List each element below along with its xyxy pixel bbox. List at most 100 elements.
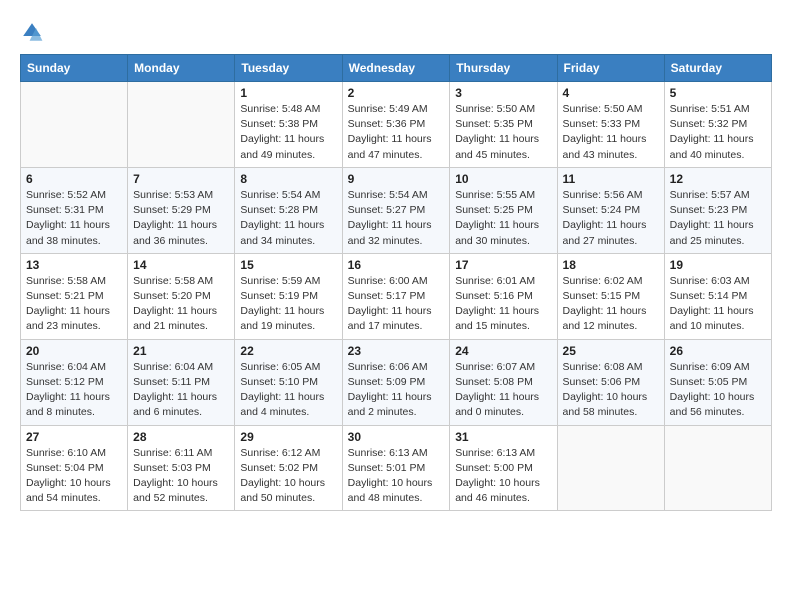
calendar-cell: 14 Sunrise: 5:58 AM Sunset: 5:20 PM Dayl… [128,253,235,339]
calendar-cell: 29 Sunrise: 6:12 AM Sunset: 5:02 PM Dayl… [235,425,342,511]
weekday-header-thursday: Thursday [450,55,557,82]
day-number: 27 [26,430,122,444]
cell-info: Sunrise: 5:54 AM Sunset: 5:28 PM Dayligh… [240,188,336,249]
cell-info: Sunrise: 6:13 AM Sunset: 5:00 PM Dayligh… [455,446,551,507]
calendar-cell: 4 Sunrise: 5:50 AM Sunset: 5:33 PM Dayli… [557,82,664,168]
calendar-cell: 15 Sunrise: 5:59 AM Sunset: 5:19 PM Dayl… [235,253,342,339]
calendar-cell: 11 Sunrise: 5:56 AM Sunset: 5:24 PM Dayl… [557,167,664,253]
calendar-cell: 1 Sunrise: 5:48 AM Sunset: 5:38 PM Dayli… [235,82,342,168]
cell-info: Sunrise: 5:50 AM Sunset: 5:35 PM Dayligh… [455,102,551,163]
calendar-cell: 12 Sunrise: 5:57 AM Sunset: 5:23 PM Dayl… [664,167,771,253]
calendar-cell: 23 Sunrise: 6:06 AM Sunset: 5:09 PM Dayl… [342,339,450,425]
calendar-cell [557,425,664,511]
calendar-cell: 3 Sunrise: 5:50 AM Sunset: 5:35 PM Dayli… [450,82,557,168]
day-number: 22 [240,344,336,358]
cell-info: Sunrise: 5:54 AM Sunset: 5:27 PM Dayligh… [348,188,445,249]
calendar-cell: 13 Sunrise: 5:58 AM Sunset: 5:21 PM Dayl… [21,253,128,339]
cell-info: Sunrise: 6:02 AM Sunset: 5:15 PM Dayligh… [563,274,659,335]
day-number: 5 [670,86,766,100]
logo [20,20,48,44]
cell-info: Sunrise: 6:04 AM Sunset: 5:11 PM Dayligh… [133,360,229,421]
cell-info: Sunrise: 6:04 AM Sunset: 5:12 PM Dayligh… [26,360,122,421]
week-row-3: 13 Sunrise: 5:58 AM Sunset: 5:21 PM Dayl… [21,253,772,339]
cell-info: Sunrise: 5:49 AM Sunset: 5:36 PM Dayligh… [348,102,445,163]
calendar-cell: 26 Sunrise: 6:09 AM Sunset: 5:05 PM Dayl… [664,339,771,425]
weekday-header-sunday: Sunday [21,55,128,82]
week-row-2: 6 Sunrise: 5:52 AM Sunset: 5:31 PM Dayli… [21,167,772,253]
cell-info: Sunrise: 5:58 AM Sunset: 5:20 PM Dayligh… [133,274,229,335]
calendar-cell: 5 Sunrise: 5:51 AM Sunset: 5:32 PM Dayli… [664,82,771,168]
day-number: 14 [133,258,229,272]
page-header [20,20,772,44]
cell-info: Sunrise: 5:48 AM Sunset: 5:38 PM Dayligh… [240,102,336,163]
day-number: 29 [240,430,336,444]
calendar-cell: 16 Sunrise: 6:00 AM Sunset: 5:17 PM Dayl… [342,253,450,339]
cell-info: Sunrise: 6:10 AM Sunset: 5:04 PM Dayligh… [26,446,122,507]
cell-info: Sunrise: 6:12 AM Sunset: 5:02 PM Dayligh… [240,446,336,507]
calendar-cell: 31 Sunrise: 6:13 AM Sunset: 5:00 PM Dayl… [450,425,557,511]
calendar-cell: 2 Sunrise: 5:49 AM Sunset: 5:36 PM Dayli… [342,82,450,168]
calendar-cell: 18 Sunrise: 6:02 AM Sunset: 5:15 PM Dayl… [557,253,664,339]
calendar-cell: 9 Sunrise: 5:54 AM Sunset: 5:27 PM Dayli… [342,167,450,253]
day-number: 20 [26,344,122,358]
calendar-cell: 30 Sunrise: 6:13 AM Sunset: 5:01 PM Dayl… [342,425,450,511]
weekday-header-friday: Friday [557,55,664,82]
day-number: 30 [348,430,445,444]
cell-info: Sunrise: 5:53 AM Sunset: 5:29 PM Dayligh… [133,188,229,249]
calendar-cell: 27 Sunrise: 6:10 AM Sunset: 5:04 PM Dayl… [21,425,128,511]
week-row-4: 20 Sunrise: 6:04 AM Sunset: 5:12 PM Dayl… [21,339,772,425]
calendar-cell: 22 Sunrise: 6:05 AM Sunset: 5:10 PM Dayl… [235,339,342,425]
calendar-cell: 19 Sunrise: 6:03 AM Sunset: 5:14 PM Dayl… [664,253,771,339]
day-number: 6 [26,172,122,186]
day-number: 15 [240,258,336,272]
weekday-header-row: SundayMondayTuesdayWednesdayThursdayFrid… [21,55,772,82]
calendar-cell: 10 Sunrise: 5:55 AM Sunset: 5:25 PM Dayl… [450,167,557,253]
day-number: 25 [563,344,659,358]
day-number: 13 [26,258,122,272]
day-number: 3 [455,86,551,100]
day-number: 21 [133,344,229,358]
calendar-cell: 24 Sunrise: 6:07 AM Sunset: 5:08 PM Dayl… [450,339,557,425]
day-number: 7 [133,172,229,186]
cell-info: Sunrise: 6:11 AM Sunset: 5:03 PM Dayligh… [133,446,229,507]
day-number: 8 [240,172,336,186]
day-number: 17 [455,258,551,272]
cell-info: Sunrise: 6:03 AM Sunset: 5:14 PM Dayligh… [670,274,766,335]
calendar-cell: 20 Sunrise: 6:04 AM Sunset: 5:12 PM Dayl… [21,339,128,425]
week-row-1: 1 Sunrise: 5:48 AM Sunset: 5:38 PM Dayli… [21,82,772,168]
cell-info: Sunrise: 6:07 AM Sunset: 5:08 PM Dayligh… [455,360,551,421]
calendar-cell: 28 Sunrise: 6:11 AM Sunset: 5:03 PM Dayl… [128,425,235,511]
cell-info: Sunrise: 6:09 AM Sunset: 5:05 PM Dayligh… [670,360,766,421]
day-number: 19 [670,258,766,272]
cell-info: Sunrise: 5:51 AM Sunset: 5:32 PM Dayligh… [670,102,766,163]
cell-info: Sunrise: 5:57 AM Sunset: 5:23 PM Dayligh… [670,188,766,249]
calendar-cell [664,425,771,511]
calendar-cell [21,82,128,168]
day-number: 18 [563,258,659,272]
cell-info: Sunrise: 6:13 AM Sunset: 5:01 PM Dayligh… [348,446,445,507]
day-number: 31 [455,430,551,444]
day-number: 24 [455,344,551,358]
day-number: 12 [670,172,766,186]
cell-info: Sunrise: 6:06 AM Sunset: 5:09 PM Dayligh… [348,360,445,421]
day-number: 11 [563,172,659,186]
calendar-cell: 8 Sunrise: 5:54 AM Sunset: 5:28 PM Dayli… [235,167,342,253]
cell-info: Sunrise: 5:56 AM Sunset: 5:24 PM Dayligh… [563,188,659,249]
calendar-cell: 21 Sunrise: 6:04 AM Sunset: 5:11 PM Dayl… [128,339,235,425]
cell-info: Sunrise: 5:50 AM Sunset: 5:33 PM Dayligh… [563,102,659,163]
day-number: 16 [348,258,445,272]
calendar-cell [128,82,235,168]
cell-info: Sunrise: 5:59 AM Sunset: 5:19 PM Dayligh… [240,274,336,335]
day-number: 4 [563,86,659,100]
weekday-header-wednesday: Wednesday [342,55,450,82]
day-number: 10 [455,172,551,186]
day-number: 9 [348,172,445,186]
weekday-header-tuesday: Tuesday [235,55,342,82]
logo-icon [20,20,44,44]
cell-info: Sunrise: 6:08 AM Sunset: 5:06 PM Dayligh… [563,360,659,421]
cell-info: Sunrise: 6:05 AM Sunset: 5:10 PM Dayligh… [240,360,336,421]
cell-info: Sunrise: 5:55 AM Sunset: 5:25 PM Dayligh… [455,188,551,249]
cell-info: Sunrise: 5:52 AM Sunset: 5:31 PM Dayligh… [26,188,122,249]
calendar-table: SundayMondayTuesdayWednesdayThursdayFrid… [20,54,772,511]
calendar-cell: 7 Sunrise: 5:53 AM Sunset: 5:29 PM Dayli… [128,167,235,253]
